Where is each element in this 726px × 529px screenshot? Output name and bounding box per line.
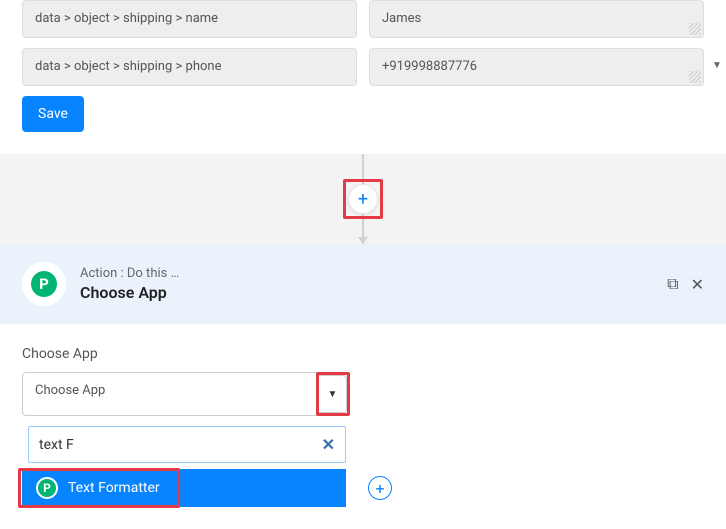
action-title: Choose App (80, 283, 653, 302)
select-placeholder: Choose App (35, 383, 105, 398)
plus-icon: + (358, 189, 368, 210)
close-icon[interactable]: ✕ (691, 275, 704, 294)
top-section: data > object > shipping > name James da… (0, 0, 726, 154)
choose-app-select[interactable]: Choose App (22, 372, 317, 416)
add-step-button[interactable]: + (348, 184, 378, 214)
scroll-down-icon[interactable]: ▼ (712, 60, 722, 70)
side-add-button[interactable]: + (368, 476, 392, 500)
save-button[interactable]: Save (22, 96, 84, 132)
copy-icon[interactable]: ⧉ (667, 274, 678, 294)
search-input-box: ✕ (28, 426, 346, 463)
pabbly-icon: P (31, 271, 57, 297)
field-path-text: data > object > shipping > phone (35, 59, 221, 74)
caret-down-icon: ▼ (328, 389, 338, 400)
select-caret-highlight: ▼ (316, 372, 350, 416)
arrow-down-icon (358, 237, 368, 244)
result-label: Text Formatter (68, 480, 160, 496)
app-icon-container: P (22, 262, 66, 306)
field-value-phone[interactable]: +919998887776 (369, 48, 704, 86)
field-path-text: data > object > shipping > name (35, 11, 218, 26)
field-value-text: James (382, 11, 421, 26)
action-text: Action : Do this … Choose App (80, 266, 653, 302)
pabbly-icon: P (36, 477, 58, 499)
field-value-name[interactable]: James (369, 0, 704, 38)
plus-icon: + (375, 479, 384, 498)
search-dropdown: ✕ P Text Formatter + (22, 426, 372, 507)
search-input[interactable] (39, 437, 322, 453)
connector-area: + (0, 154, 726, 244)
add-step-highlight: + (343, 179, 383, 219)
select-caret-button[interactable]: ▼ (319, 375, 347, 413)
choose-app-select-row: Choose App ▼ (22, 372, 704, 416)
field-row-name: data > object > shipping > name James (22, 0, 704, 38)
action-icons: ⧉ ✕ (667, 274, 704, 294)
resize-grip-icon[interactable] (689, 23, 701, 35)
resize-grip-icon[interactable] (689, 71, 701, 83)
choose-app-section: Choose App Choose App ▼ ✕ P Text Formatt… (0, 324, 726, 529)
action-card: P Action : Do this … Choose App ⧉ ✕ (0, 244, 726, 324)
action-label: Action : Do this … (80, 266, 653, 281)
field-path-phone[interactable]: data > object > shipping > phone (22, 48, 357, 86)
field-row-phone: data > object > shipping > phone +919998… (22, 48, 704, 86)
field-path-name[interactable]: data > object > shipping > name (22, 0, 357, 38)
dropdown-result-text-formatter[interactable]: P Text Formatter (22, 469, 346, 507)
choose-app-label: Choose App (22, 346, 704, 362)
clear-search-icon[interactable]: ✕ (322, 435, 335, 454)
field-value-text: +919998887776 (382, 59, 477, 74)
